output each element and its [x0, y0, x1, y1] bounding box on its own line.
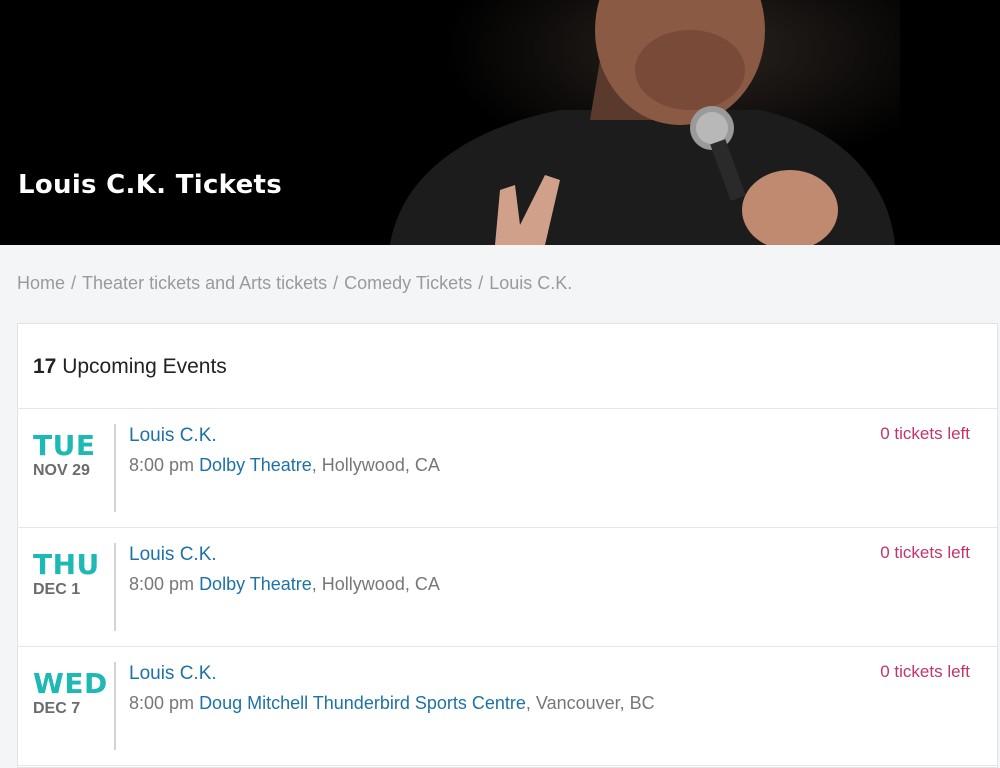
event-name-link[interactable]: Louis C.K.	[129, 425, 217, 447]
event-time: 8:00 pm	[129, 693, 195, 713]
breadcrumb-home[interactable]: Home	[17, 273, 65, 293]
page-title: Louis C.K. Tickets	[18, 170, 283, 200]
venue-link[interactable]: Doug Mitchell Thunderbird Sports Centre	[199, 693, 526, 713]
event-name-link[interactable]: Louis C.K.	[129, 663, 217, 685]
event-date: DEC 7	[33, 700, 81, 717]
events-count-label: Upcoming Events	[62, 355, 227, 378]
tickets-left-status: 0 tickets left	[880, 662, 970, 681]
breadcrumb-separator: /	[333, 273, 339, 293]
event-name-link[interactable]: Louis C.K.	[129, 544, 217, 566]
event-meta: 8:00 pm Dolby Theatre, Hollywood, CA	[129, 574, 440, 595]
events-panel: 17 Upcoming Events TUE NOV 29 Louis C.K.…	[17, 323, 998, 768]
venue-link[interactable]: Dolby Theatre	[199, 574, 312, 594]
event-divider	[114, 662, 116, 750]
event-meta: 8:00 pm Dolby Theatre, Hollywood, CA	[129, 455, 440, 476]
event-meta: 8:00 pm Doug Mitchell Thunderbird Sports…	[129, 693, 655, 714]
breadcrumb-theater-arts[interactable]: Theater tickets and Arts tickets	[82, 273, 327, 293]
event-row[interactable]: THU DEC 1 Louis C.K. 8:00 pm Dolby Theat…	[18, 528, 997, 647]
hero-photo	[0, 0, 1000, 245]
breadcrumb-separator: /	[478, 273, 484, 293]
breadcrumb-comedy[interactable]: Comedy Tickets	[344, 273, 472, 293]
event-day-of-week: WED	[33, 667, 108, 700]
event-location: , Hollywood, CA	[311, 574, 440, 594]
tickets-left-status: 0 tickets left	[880, 543, 970, 562]
event-divider	[114, 424, 116, 512]
event-time: 8:00 pm	[129, 574, 195, 594]
event-location: , Hollywood, CA	[311, 455, 440, 475]
venue-link[interactable]: Dolby Theatre	[199, 455, 312, 475]
tickets-left-status: 0 tickets left	[880, 424, 970, 443]
event-time: 8:00 pm	[129, 455, 195, 475]
event-date: NOV 29	[33, 462, 90, 479]
event-day-of-week: THU	[33, 548, 100, 581]
event-date: DEC 1	[33, 581, 81, 598]
events-header: 17 Upcoming Events	[18, 324, 997, 409]
event-row[interactable]: TUE NOV 29 Louis C.K. 8:00 pm Dolby Thea…	[18, 409, 997, 528]
breadcrumb-current: Louis C.K.	[489, 273, 573, 293]
event-divider	[114, 543, 116, 631]
event-day-of-week: TUE	[33, 429, 96, 462]
event-location: , Vancouver, BC	[525, 693, 655, 713]
breadcrumb-separator: /	[71, 273, 77, 293]
hero-banner: Louis C.K. Tickets	[0, 0, 1000, 245]
breadcrumb: Home / Theater tickets and Arts tickets / Co…	[17, 273, 572, 294]
event-row[interactable]: WED DEC 7 Louis C.K. 8:00 pm Doug Mitche…	[18, 647, 997, 766]
events-count: 17	[33, 355, 57, 378]
